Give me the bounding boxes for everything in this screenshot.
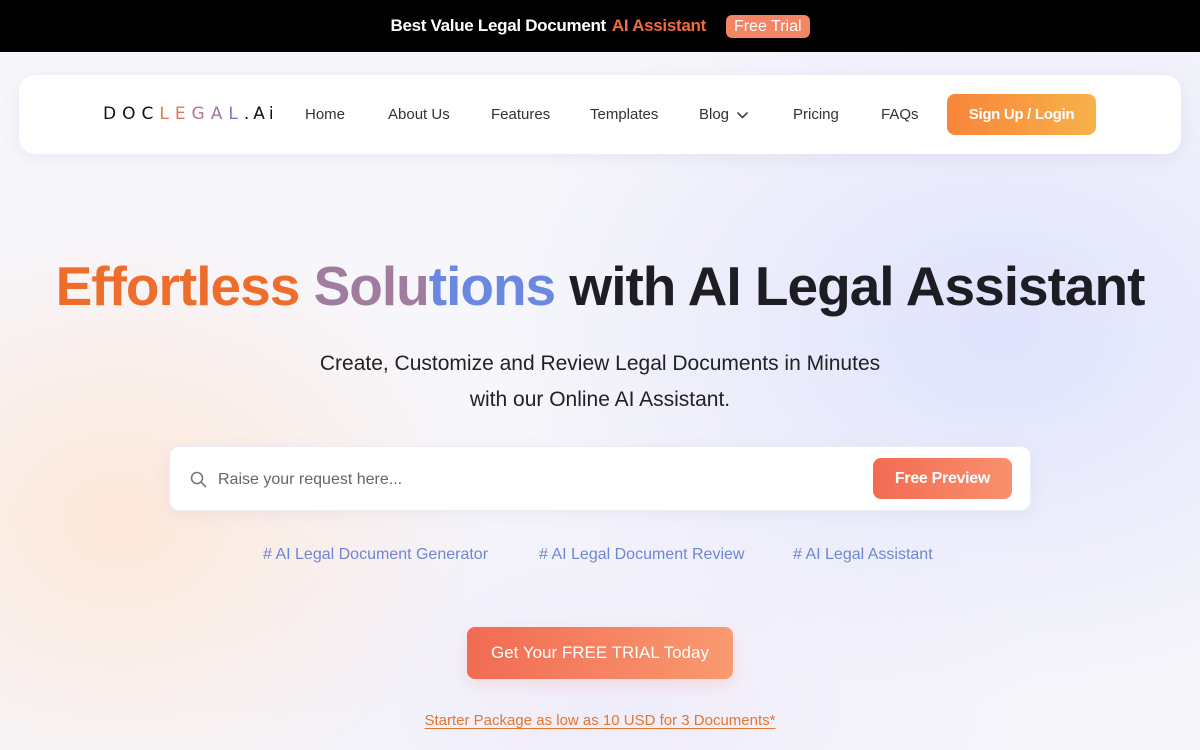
nav-blog[interactable]: Blog [699, 106, 748, 124]
request-input[interactable] [218, 467, 858, 492]
nav-about-us[interactable]: About Us [388, 106, 450, 124]
starter-package-link-wrap: Starter Package as low as 10 USD for 3 D… [0, 711, 1200, 731]
hero-subtitle: Create, Customize and Review Legal Docum… [0, 346, 1200, 418]
tag-ai-legal-document-generator[interactable]: # AI Legal Document Generator [263, 545, 488, 565]
hero-subtitle-line2: with our Online AI Assistant. [469, 388, 731, 411]
promo-accent: AI Assistant [611, 16, 706, 35]
nav-blog-label: Blog [699, 106, 730, 123]
hero-title-solutions-b: tions [428, 255, 556, 317]
search-icon [190, 471, 207, 493]
logo-part-doc: DOC [103, 104, 160, 124]
nav-features[interactable]: Features [491, 106, 550, 124]
logo[interactable]: DOC LEGAL .Ai [103, 102, 278, 126]
free-trial-button[interactable]: Get Your FREE TRIAL Today [467, 627, 733, 679]
promo-bar: Best Value Legal Document AI Assistant F… [0, 0, 1200, 52]
tag-ai-legal-document-review[interactable]: # AI Legal Document Review [539, 545, 744, 565]
navbar: DOC LEGAL .Ai Home About Us Features Tem… [19, 75, 1181, 154]
signup-login-button[interactable]: Sign Up / Login [947, 94, 1096, 135]
nav-templates[interactable]: Templates [590, 106, 658, 124]
promo-text: Best Value Legal Document [390, 16, 606, 35]
hero-title-solutions-a: Solu [313, 255, 430, 317]
logo-part-legal: LEGAL [159, 104, 244, 124]
hero-title: Effortless Solutions with AI Legal Assis… [0, 253, 1200, 319]
hero-title-rest: with AI Legal Assistant [569, 255, 1145, 317]
logo-part-ai: .Ai [243, 104, 278, 124]
starter-package-link[interactable]: Starter Package as low as 10 USD for 3 D… [425, 712, 776, 729]
free-trial-badge[interactable]: Free Trial [725, 14, 810, 38]
free-preview-button[interactable]: Free Preview [873, 458, 1012, 499]
request-search-box: Free Preview [169, 446, 1031, 511]
nav-pricing[interactable]: Pricing [793, 106, 839, 124]
nav-home[interactable]: Home [305, 106, 345, 124]
nav-faqs[interactable]: FAQs [881, 106, 919, 124]
hero-subtitle-line1: Create, Customize and Review Legal Docum… [319, 352, 881, 375]
hero-title-effortless: Effortless [55, 255, 301, 317]
chevron-down-icon [737, 106, 748, 124]
tag-ai-legal-assistant[interactable]: # AI Legal Assistant [793, 545, 933, 565]
